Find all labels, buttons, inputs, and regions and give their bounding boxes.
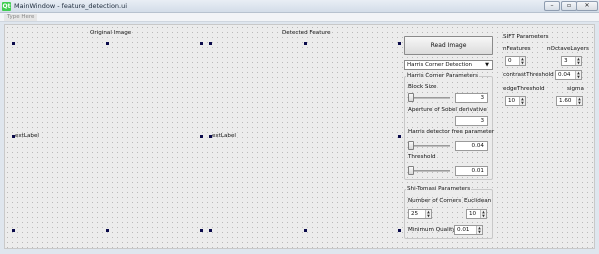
selection-handle[interactable] xyxy=(304,42,307,45)
maximize-button[interactable]: ▫ xyxy=(561,1,577,11)
nfeatures-value: 0 xyxy=(508,58,512,64)
selection-handle[interactable] xyxy=(106,229,109,232)
euclidean-value: 10 xyxy=(469,211,477,217)
noctave-layers-label: nOctaveLayers xyxy=(547,46,589,52)
sigma-value: 1.60 xyxy=(559,98,572,104)
form-canvas: Original Image Detected Feature extLabel… xyxy=(4,24,595,249)
original-image-label: Original Image xyxy=(90,30,132,36)
chevron-down-icon: ▼ xyxy=(485,62,489,68)
close-button[interactable]: ✕ xyxy=(576,1,598,11)
title-bar[interactable]: Qt MainWindow - feature_detection.ui – ▫… xyxy=(0,0,599,13)
free-parameter-value[interactable]: 0.04 xyxy=(455,141,488,151)
selection-handle[interactable] xyxy=(398,135,401,138)
main-window: Qt MainWindow - feature_detection.ui – ▫… xyxy=(0,0,599,254)
aperture-value[interactable]: 3 xyxy=(455,116,488,126)
selection-handle[interactable] xyxy=(304,229,307,232)
detected-feature-view: extLabel xyxy=(212,133,236,139)
free-parameter-slider-track[interactable] xyxy=(410,145,450,147)
minimum-quality-label: Minimum Quality xyxy=(408,227,456,233)
number-of-corners-label: Number of Corners xyxy=(408,198,462,204)
spin-arrows-icon[interactable]: ▲ ▼ xyxy=(575,57,581,65)
qt-logo-icon: Qt xyxy=(2,2,11,11)
threshold-label: Threshold xyxy=(408,154,436,160)
spin-arrows-icon[interactable]: ▲ ▼ xyxy=(480,210,486,218)
free-parameter-slider-handle[interactable] xyxy=(408,141,414,150)
selection-handle[interactable] xyxy=(12,229,15,232)
window-title: MainWindow - feature_detection.ui xyxy=(14,2,128,10)
original-image-view: extLabel xyxy=(15,133,39,139)
harris-group-title: Harris Corner Parameters xyxy=(406,73,479,80)
nfeatures-label: nFeatures xyxy=(503,46,531,52)
spin-arrows-icon[interactable]: ▲ ▼ xyxy=(425,210,431,218)
contrast-threshold-spinbox[interactable]: 0.04 ▲ ▼ xyxy=(555,70,582,80)
block-size-slider-handle[interactable] xyxy=(408,93,414,102)
selection-handle[interactable] xyxy=(200,229,203,232)
free-parameter-label: Harris detector free parameter xyxy=(408,129,495,135)
noctave-layers-spinbox[interactable]: 3 ▲ ▼ xyxy=(561,56,582,66)
sigma-label: sigma xyxy=(567,86,584,92)
threshold-slider-handle[interactable] xyxy=(408,166,414,175)
edge-threshold-value: 10 xyxy=(508,98,516,104)
shi-tomasi-group-title: Shi-Tomasi Parameters xyxy=(406,186,472,193)
block-size-label: Block Size xyxy=(408,84,437,90)
menu-bar: Type Here xyxy=(0,13,599,22)
euclidean-label: Euclidean xyxy=(464,198,492,204)
selection-handle[interactable] xyxy=(200,42,203,45)
edge-threshold-spinbox[interactable]: 10 ▲ ▼ xyxy=(505,96,526,106)
euclidean-spinbox[interactable]: 10 ▲ ▼ xyxy=(466,209,487,219)
noctave-layers-value: 3 xyxy=(564,58,568,64)
edge-threshold-label: edgeThreshold xyxy=(503,86,545,92)
threshold-value[interactable]: 0.01 xyxy=(455,166,488,176)
spin-arrows-icon[interactable]: ▲ ▼ xyxy=(519,97,525,105)
read-image-button[interactable]: Read Image xyxy=(404,36,493,55)
selection-handle[interactable] xyxy=(209,42,212,45)
detected-feature-label: Detected Feature xyxy=(282,30,331,36)
minimum-quality-spinbox[interactable]: 0.01 ▲ ▼ xyxy=(454,225,483,235)
spin-arrows-icon[interactable]: ▲ ▼ xyxy=(519,57,525,65)
contrast-threshold-label: contrastThreshold xyxy=(503,72,554,78)
minimum-quality-value: 0.01 xyxy=(457,227,470,233)
spin-arrows-icon[interactable]: ▲ ▼ xyxy=(476,226,482,234)
number-of-corners-value: 25 xyxy=(411,211,419,217)
harris-parameters-group xyxy=(404,76,493,180)
selection-handle[interactable] xyxy=(398,229,401,232)
aperture-label: Aperture of Sobel derivative xyxy=(408,107,487,113)
selection-handle[interactable] xyxy=(12,42,15,45)
sigma-spinbox[interactable]: 1.60 ▲ ▼ xyxy=(556,96,583,106)
selection-handle[interactable] xyxy=(398,42,401,45)
detector-select-value: Harris Corner Detection xyxy=(407,62,473,68)
menu-item-type-here[interactable]: Type Here xyxy=(4,14,38,21)
threshold-slider-track[interactable] xyxy=(410,170,450,172)
spin-arrows-icon[interactable]: ▲ ▼ xyxy=(575,71,581,79)
sift-group-title: SIFT Parameters xyxy=(503,34,549,40)
spin-arrows-icon[interactable]: ▲ ▼ xyxy=(576,97,582,105)
contrast-threshold-value: 0.04 xyxy=(558,72,571,78)
number-of-corners-spinbox[interactable]: 25 ▲ ▼ xyxy=(408,209,432,219)
block-size-value[interactable]: 3 xyxy=(455,93,488,103)
detector-select[interactable]: Harris Corner Detection ▼ xyxy=(404,60,493,70)
nfeatures-spinbox[interactable]: 0 ▲ ▼ xyxy=(505,56,526,66)
selection-handle[interactable] xyxy=(106,42,109,45)
block-size-slider-track[interactable] xyxy=(410,97,450,99)
minimize-button[interactable]: – xyxy=(544,1,560,11)
selection-handle[interactable] xyxy=(209,229,212,232)
selection-handle[interactable] xyxy=(200,135,203,138)
